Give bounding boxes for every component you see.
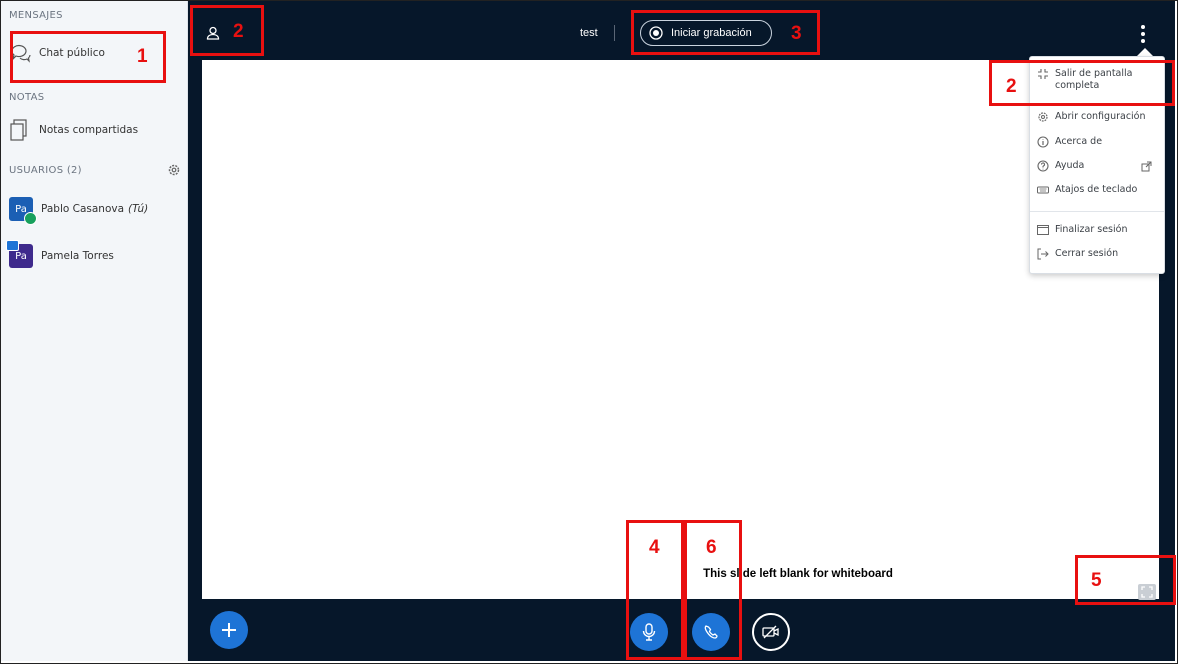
user-list-item[interactable]: Pa Pamela Torres [6, 240, 114, 268]
annotation-box [989, 60, 1175, 106]
menu-item-end-meeting[interactable]: Finalizar sesión [1037, 224, 1127, 236]
user-name: Pablo Casanova [41, 203, 125, 215]
user-you-suffix: (Tú) [128, 203, 149, 215]
menu-item-logout[interactable]: Cerrar sesión [1037, 248, 1118, 260]
sidebar: MENSAJES Chat público NOTAS Notas compar… [1, 1, 188, 661]
menu-item-settings[interactable]: Abrir configuración [1037, 111, 1146, 123]
avatar: Pa [9, 197, 37, 225]
divider [614, 25, 615, 41]
notes-section-title: NOTAS [9, 92, 45, 103]
actions-button[interactable] [210, 611, 248, 649]
menu-item-label: Acerca de [1055, 136, 1103, 147]
menu-item-help[interactable]: Ayuda [1037, 160, 1084, 172]
menu-item-label: Atajos de teclado [1055, 184, 1138, 195]
whiteboard[interactable] [202, 60, 1159, 599]
video-off-icon [762, 625, 779, 639]
microphone-status-icon [24, 212, 37, 225]
external-link-icon [1141, 161, 1152, 172]
menu-item-shortcuts[interactable]: Atajos de teclado [1037, 184, 1137, 196]
meeting-title: test [580, 27, 598, 39]
notes-icon [10, 119, 27, 141]
annotation-number: 1 [137, 46, 148, 67]
annotation-number: 3 [791, 23, 802, 44]
annotation-number: 2 [1006, 76, 1017, 97]
plus-icon [222, 623, 236, 637]
annotation-number: 6 [706, 537, 717, 558]
gear-icon[interactable] [167, 163, 181, 177]
help-icon [1037, 160, 1049, 172]
annotation-box [190, 5, 264, 56]
messages-section-title: MENSAJES [9, 10, 63, 21]
keyboard-icon [1037, 186, 1049, 194]
menu-item-about[interactable]: Acerca de [1037, 136, 1102, 148]
users-section-title: USUARIOS (2) [9, 165, 82, 176]
shared-notes-label: Notas compartidas [39, 124, 139, 136]
annotation-number: 2 [233, 21, 244, 42]
info-icon [1037, 136, 1049, 148]
user-list-item[interactable]: Pa Pablo Casanova (Tú) [9, 197, 149, 225]
more-options-icon[interactable] [1136, 23, 1150, 45]
gear-icon [1038, 112, 1048, 122]
user-name: Pamela Torres [41, 250, 114, 262]
avatar-initials: Pa [15, 250, 27, 262]
presenter-icon [6, 240, 19, 251]
menu-item-label: Ayuda [1055, 160, 1085, 171]
annotation-number: 4 [649, 537, 660, 558]
menu-item-label: Cerrar sesión [1055, 248, 1119, 259]
avatar: Pa [6, 240, 33, 268]
logout-icon [1037, 248, 1049, 260]
window-icon [1037, 225, 1049, 235]
video-button[interactable] [752, 613, 790, 651]
menu-divider [1030, 211, 1164, 212]
annotation-number: 5 [1091, 570, 1102, 591]
menu-item-label: Finalizar sesión [1055, 224, 1128, 235]
menu-item-label: Abrir configuración [1055, 111, 1146, 122]
shared-notes-item[interactable]: Notas compartidas [9, 118, 138, 142]
